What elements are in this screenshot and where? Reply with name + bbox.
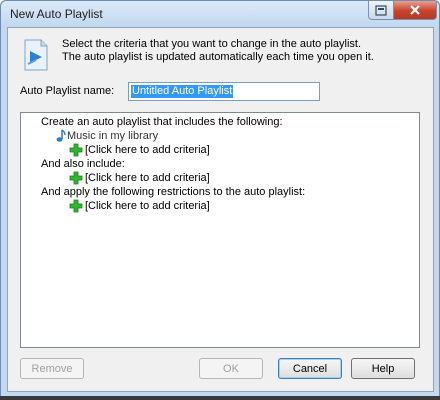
add-criteria-link-2[interactable]: [Click here to add criteria]	[85, 172, 210, 184]
taskbar-edge	[0, 396, 440, 400]
add-plus-icon[interactable]	[69, 199, 83, 213]
remove-button[interactable]: Remove	[20, 358, 84, 379]
add-plus-icon[interactable]	[69, 171, 83, 185]
playlist-name-label: Auto Playlist name:	[20, 85, 115, 97]
criteria-section-2: And also include:	[41, 158, 125, 170]
criteria-panel[interactable]: Create an auto playlist that includes th…	[20, 112, 420, 348]
header-line-1: Select the criteria that you want to cha…	[62, 38, 362, 50]
cancel-button[interactable]: Cancel	[278, 358, 342, 379]
music-note-icon	[56, 129, 66, 142]
help-title-button[interactable]	[368, 1, 394, 20]
header-line-2: The auto playlist is updated automatical…	[62, 51, 374, 63]
help-icon	[375, 4, 387, 16]
dialog-body: Select the criteria that you want to cha…	[7, 27, 434, 392]
playlist-icon	[24, 39, 48, 71]
close-icon	[410, 5, 420, 15]
library-criteria-item[interactable]: Music in my library	[67, 130, 158, 142]
criteria-section-1: Create an auto playlist that includes th…	[41, 116, 283, 128]
ok-button[interactable]: OK	[199, 358, 263, 379]
playlist-name-input[interactable]: Untitled Auto Playlist	[128, 82, 320, 101]
criteria-section-3: And apply the following restrictions to …	[41, 186, 306, 198]
close-button[interactable]	[393, 1, 437, 20]
header-description: Select the criteria that you want to cha…	[62, 38, 374, 64]
add-criteria-link-1[interactable]: [Click here to add criteria]	[85, 144, 210, 156]
playlist-name-value: Untitled Auto Playlist	[131, 85, 234, 98]
dialog-window: New Auto Playlist Select the criteria th…	[0, 0, 440, 398]
window-title: New Auto Playlist	[10, 7, 103, 21]
add-criteria-link-3[interactable]: [Click here to add criteria]	[85, 200, 210, 212]
title-bar[interactable]: New Auto Playlist	[1, 1, 439, 27]
help-button[interactable]: Help	[351, 358, 415, 379]
add-plus-icon[interactable]	[69, 143, 83, 157]
